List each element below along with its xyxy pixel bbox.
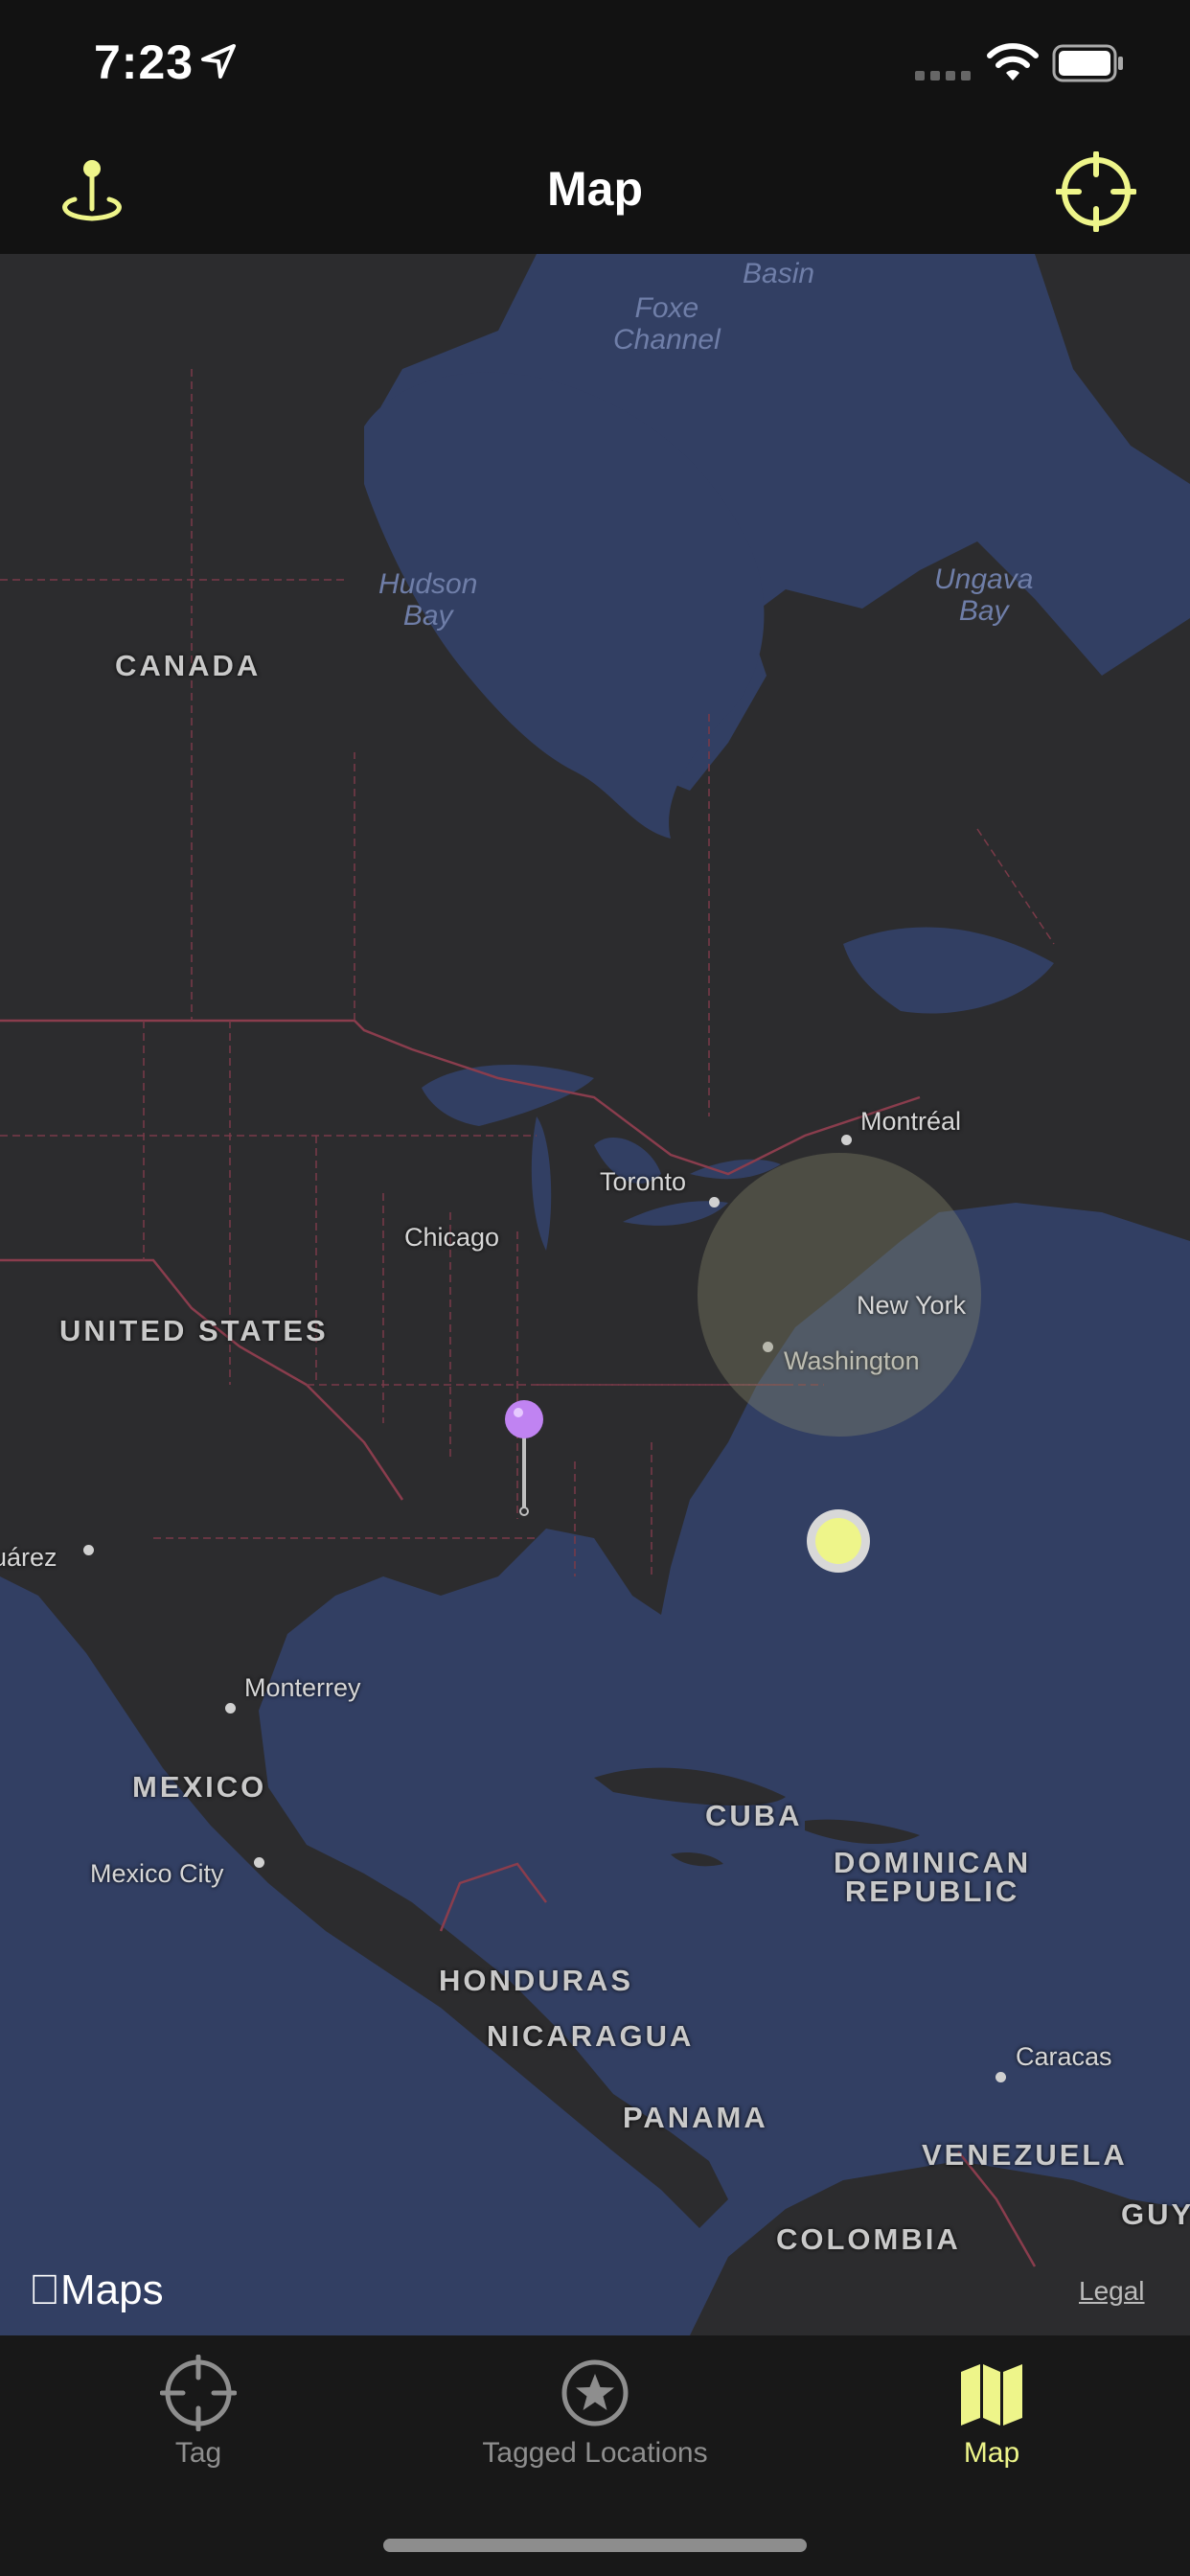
city-dot bbox=[995, 2072, 1006, 2082]
city-label-montreal: Montréal bbox=[860, 1107, 962, 1136]
city-label-monterrey: Monterrey bbox=[244, 1673, 361, 1702]
location-arrow-icon bbox=[201, 44, 236, 79]
star-circle-icon bbox=[561, 2359, 629, 2426]
city-dot bbox=[254, 1857, 264, 1868]
city-label-new-york: New York bbox=[857, 1291, 967, 1320]
country-label-mexico: MEXICO bbox=[132, 1770, 267, 1804]
tab-tag[interactable]: Tag bbox=[0, 2335, 397, 2489]
crosshair-icon[interactable] bbox=[1056, 151, 1136, 232]
maps-attribution: Maps bbox=[29, 2266, 164, 2314]
signal-icon bbox=[915, 71, 971, 80]
page-title: Map bbox=[547, 162, 643, 216]
country-label-united-states: UNITED STATES bbox=[59, 1314, 329, 1347]
country-label-dominican-republic: DOMINICAN REPUBLIC bbox=[834, 1846, 1032, 1908]
country-label-panama: PANAMA bbox=[623, 2101, 768, 2134]
tab-map[interactable]: Map bbox=[793, 2335, 1190, 2489]
map-icon bbox=[961, 2364, 1022, 2426]
city-label-toronto: Toronto bbox=[600, 1167, 687, 1196]
status-bar: 7:23 bbox=[0, 0, 1190, 134]
city-label-mexico-city: Mexico City bbox=[90, 1859, 224, 1888]
status-time: 7:23 bbox=[94, 35, 195, 89]
country-label-cuba: CUBA bbox=[705, 1799, 803, 1832]
crosshair-icon bbox=[160, 2355, 237, 2431]
tab-label: Map bbox=[963, 2437, 1020, 2469]
country-label-canada: CANADA bbox=[115, 649, 262, 682]
home-indicator[interactable] bbox=[383, 2539, 807, 2552]
country-label-honduras: HONDURAS bbox=[439, 1964, 634, 1997]
tab-tagged-locations[interactable]: Tagged Locations bbox=[397, 2335, 793, 2489]
legal-link[interactable]: Legal bbox=[1079, 2276, 1145, 2307]
city-dot bbox=[83, 1545, 94, 1555]
battery-icon bbox=[1052, 44, 1123, 82]
country-label-guyana: GUY bbox=[1121, 2197, 1190, 2231]
navigation-bar: Map bbox=[0, 134, 1190, 254]
country-label-colombia: COLOMBIA bbox=[776, 2222, 961, 2256]
tab-label: Tagged Locations bbox=[482, 2437, 708, 2469]
tab-label: Tag bbox=[174, 2437, 222, 2469]
city-dot bbox=[225, 1703, 236, 1714]
wifi-icon bbox=[987, 43, 1039, 80]
water-label-hudson-bay: Hudson Bay bbox=[378, 568, 478, 632]
city-label-juarez: uárez bbox=[0, 1543, 57, 1572]
apple-logo-icon:  bbox=[29, 2266, 60, 2313]
city-dot bbox=[841, 1135, 852, 1145]
water-label-basin: Basin bbox=[743, 258, 815, 289]
water-label-ungava-bay: Ungava Bay bbox=[934, 564, 1034, 627]
country-label-nicaragua: NICARAGUA bbox=[487, 2019, 695, 2053]
pin-icon[interactable] bbox=[498, 1398, 556, 1523]
user-location-dot[interactable] bbox=[805, 1507, 872, 1575]
city-label-caracas: Caracas bbox=[1016, 2042, 1112, 2071]
map-view[interactable]: Foxe Channel Basin Hudson Bay Ungava Bay CA… bbox=[0, 254, 1190, 2335]
water-label-foxe-channel: Foxe Channel bbox=[613, 292, 721, 356]
maps-attribution-text: Maps bbox=[29, 2266, 164, 2313]
city-label-chicago: Chicago bbox=[404, 1223, 500, 1252]
country-label-venezuela: VENEZUELA bbox=[922, 2138, 1128, 2172]
